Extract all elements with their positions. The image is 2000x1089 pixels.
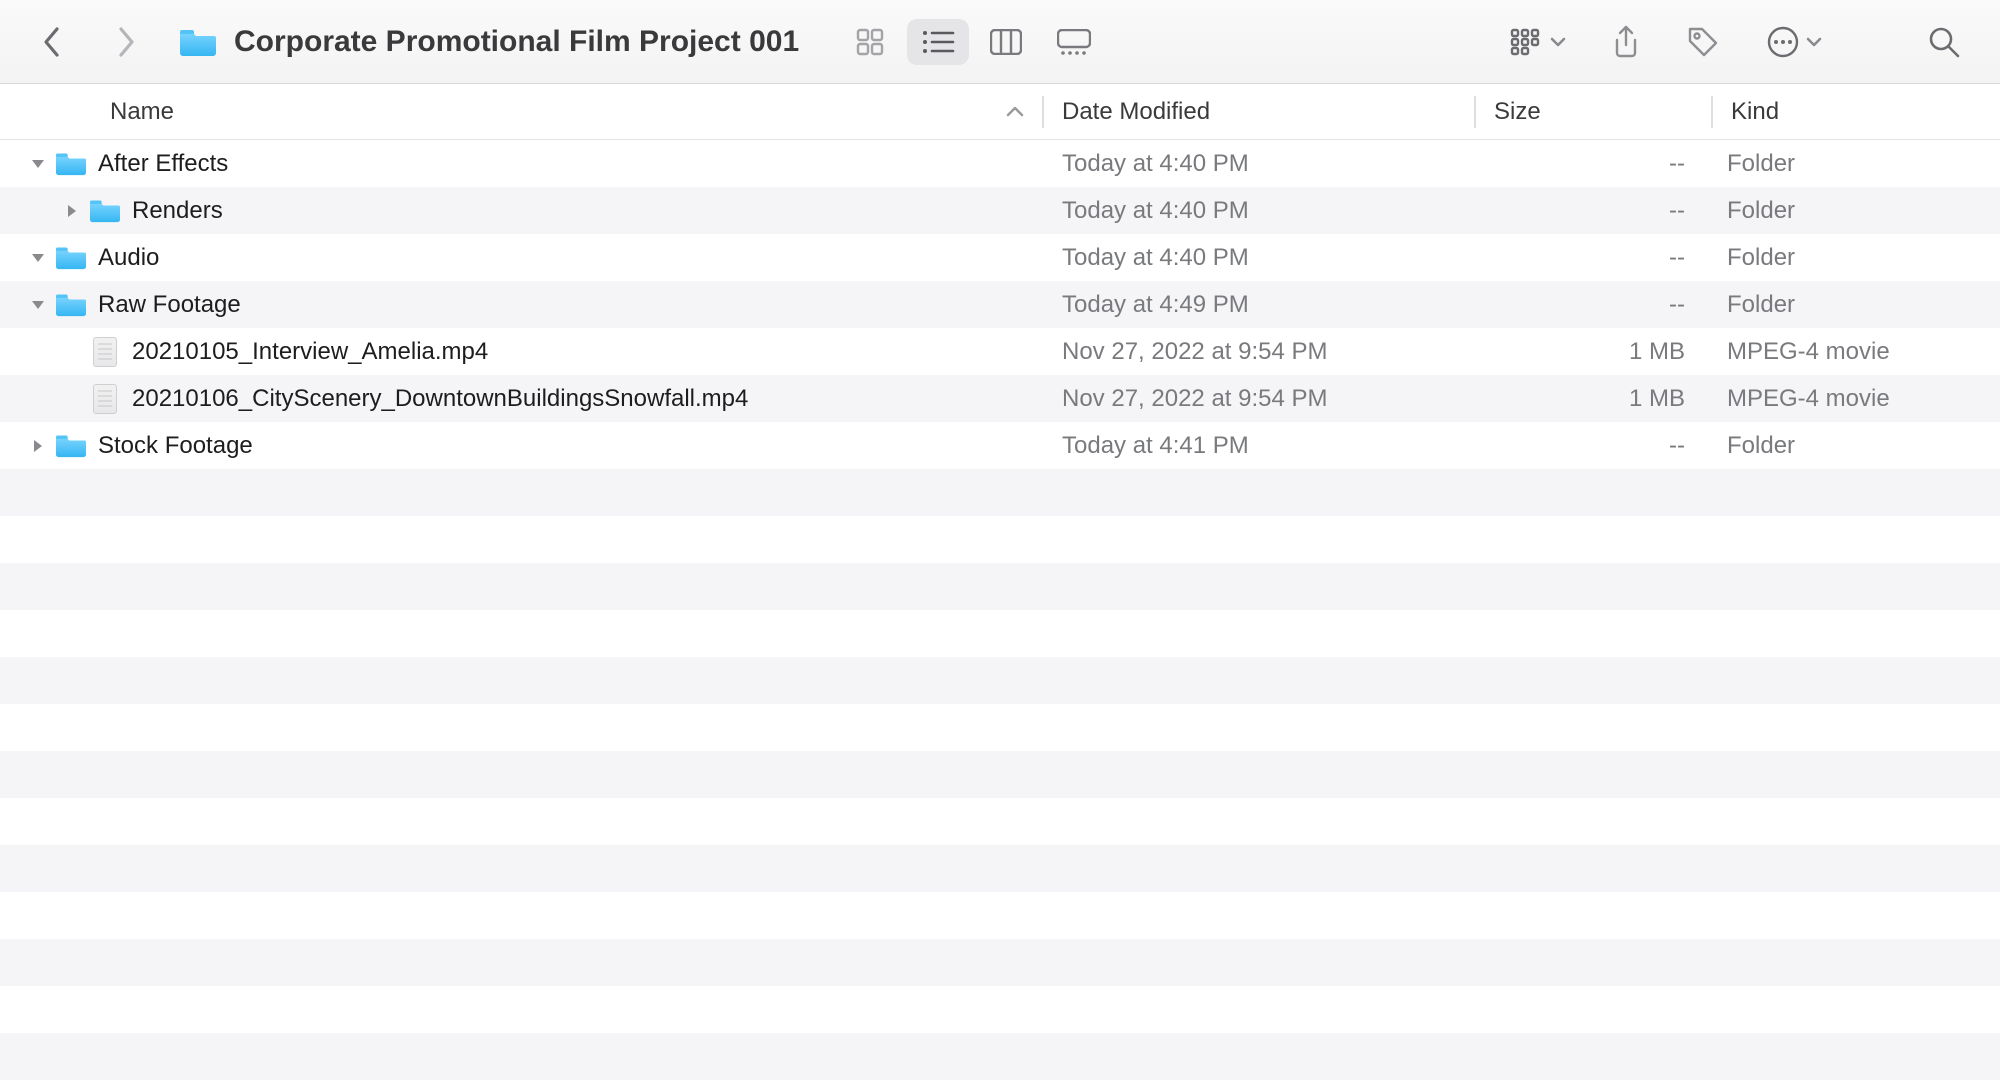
- empty-row: [0, 1080, 2000, 1089]
- folder-title: Corporate Promotional Film Project 001: [234, 25, 799, 59]
- item-date: Today at 4:40 PM: [1044, 197, 1474, 225]
- icon-view-button[interactable]: [839, 19, 901, 65]
- list-item[interactable]: After Effects Today at 4:40 PM--Folder: [0, 140, 2000, 187]
- list-item[interactable]: Stock Footage Today at 4:41 PM--Folder: [0, 422, 2000, 469]
- path-title[interactable]: Corporate Promotional Film Project 001: [180, 25, 799, 59]
- column-header-kind[interactable]: Kind: [1713, 98, 2000, 126]
- folder-icon: [56, 245, 86, 270]
- item-kind: Folder: [1709, 291, 2000, 319]
- toolbar: Corporate Promotional Film Project 001: [0, 0, 2000, 84]
- folder-icon: [180, 27, 216, 57]
- column-header-size[interactable]: Size: [1476, 98, 1711, 126]
- empty-row: [0, 516, 2000, 563]
- back-button[interactable]: [40, 25, 64, 59]
- column-header-date-label: Date Modified: [1062, 98, 1210, 125]
- disclosure-triangle-icon[interactable]: [28, 438, 48, 454]
- item-name: Raw Footage: [98, 291, 241, 319]
- item-date: Nov 27, 2022 at 9:54 PM: [1044, 338, 1474, 366]
- group-by-button[interactable]: [1510, 28, 1566, 56]
- column-header-kind-label: Kind: [1731, 98, 1779, 125]
- item-kind: Folder: [1709, 150, 2000, 178]
- search-button[interactable]: [1928, 26, 1960, 58]
- action-menu-button[interactable]: [1766, 25, 1822, 59]
- item-kind: Folder: [1709, 244, 2000, 272]
- item-date: Nov 27, 2022 at 9:54 PM: [1044, 385, 1474, 413]
- file-list: After EffectsToday at 4:40 PM--FolderRen…: [0, 140, 2000, 1089]
- disclosure-triangle-icon[interactable]: [28, 299, 48, 311]
- item-size: --: [1474, 291, 1709, 319]
- item-kind: Folder: [1709, 432, 2000, 460]
- item-date: Today at 4:49 PM: [1044, 291, 1474, 319]
- item-name: Audio: [98, 244, 159, 272]
- empty-row: [0, 892, 2000, 939]
- item-size: --: [1474, 150, 1709, 178]
- item-size: 1 MB: [1474, 385, 1709, 413]
- empty-row: [0, 563, 2000, 610]
- list-item[interactable]: Raw Footage Today at 4:49 PM--Folder: [0, 281, 2000, 328]
- item-kind: MPEG-4 movie: [1709, 385, 2000, 413]
- item-kind: Folder: [1709, 197, 2000, 225]
- share-button[interactable]: [1612, 25, 1640, 59]
- empty-row: [0, 986, 2000, 1033]
- item-name: 20210105_Interview_Amelia.mp4: [132, 338, 488, 366]
- column-header-size-label: Size: [1494, 98, 1541, 125]
- disclosure-triangle-icon[interactable]: [62, 203, 82, 219]
- column-header-name[interactable]: Name: [0, 98, 1042, 126]
- list-item[interactable]: 20210106_CityScenery_DowntownBuildingsSn…: [0, 375, 2000, 422]
- empty-row: [0, 704, 2000, 751]
- list-view-button[interactable]: [907, 19, 969, 65]
- list-item[interactable]: Renders Today at 4:40 PM--Folder: [0, 187, 2000, 234]
- movie-file-icon: [90, 384, 120, 414]
- empty-row: [0, 751, 2000, 798]
- chevron-down-icon: [1550, 36, 1566, 48]
- column-view-button[interactable]: [975, 19, 1037, 65]
- item-size: 1 MB: [1474, 338, 1709, 366]
- folder-icon: [56, 292, 86, 317]
- list-item[interactable]: 20210105_Interview_Amelia.mp4 Nov 27, 202…: [0, 328, 2000, 375]
- disclosure-triangle-icon[interactable]: [28, 158, 48, 170]
- sort-ascending-icon: [1006, 106, 1024, 118]
- folder-icon: [56, 151, 86, 176]
- item-name: Stock Footage: [98, 432, 253, 460]
- column-header-row: Name Date Modified Size Kind: [0, 84, 2000, 140]
- gallery-view-button[interactable]: [1043, 19, 1105, 65]
- item-name: Renders: [132, 197, 223, 225]
- empty-row: [0, 798, 2000, 845]
- item-size: --: [1474, 244, 1709, 272]
- tags-button[interactable]: [1686, 25, 1720, 59]
- item-name: 20210106_CityScenery_DowntownBuildingsSn…: [132, 385, 748, 413]
- item-size: --: [1474, 197, 1709, 225]
- empty-row: [0, 845, 2000, 892]
- column-header-name-label: Name: [110, 98, 174, 126]
- empty-row: [0, 610, 2000, 657]
- item-date: Today at 4:40 PM: [1044, 244, 1474, 272]
- disclosure-triangle-icon[interactable]: [28, 252, 48, 264]
- column-header-date[interactable]: Date Modified: [1044, 98, 1474, 126]
- view-switcher: [839, 19, 1105, 65]
- empty-row: [0, 657, 2000, 704]
- empty-row: [0, 939, 2000, 986]
- folder-icon: [90, 198, 120, 223]
- item-name: After Effects: [98, 150, 228, 178]
- item-size: --: [1474, 432, 1709, 460]
- item-date: Today at 4:40 PM: [1044, 150, 1474, 178]
- folder-icon: [56, 433, 86, 458]
- empty-row: [0, 1033, 2000, 1080]
- item-date: Today at 4:41 PM: [1044, 432, 1474, 460]
- empty-row: [0, 469, 2000, 516]
- movie-file-icon: [90, 337, 120, 367]
- list-item[interactable]: Audio Today at 4:40 PM--Folder: [0, 234, 2000, 281]
- chevron-down-icon: [1806, 36, 1822, 48]
- forward-button[interactable]: [114, 25, 138, 59]
- item-kind: MPEG-4 movie: [1709, 338, 2000, 366]
